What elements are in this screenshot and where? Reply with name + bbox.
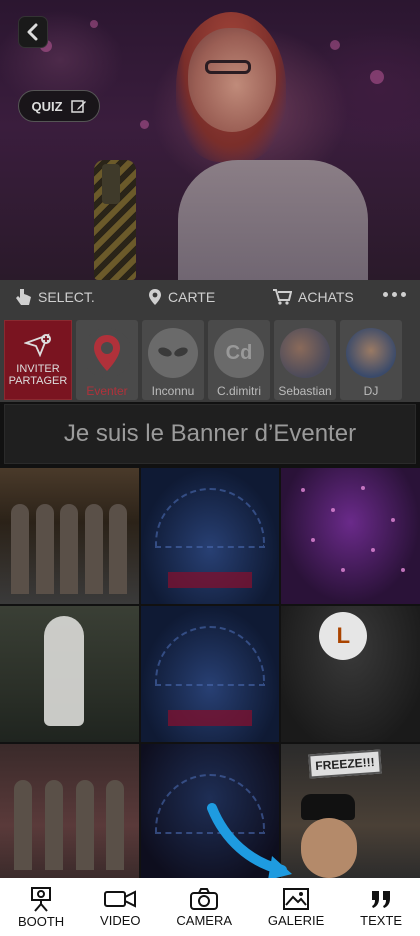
purchases-action[interactable]: ACHATS: [272, 288, 354, 306]
select-label: SELECT.: [38, 289, 95, 305]
banner-text: Je suis le Banner d’Eventer: [63, 420, 357, 447]
gallery-photo[interactable]: [140, 468, 280, 604]
gallery-photo[interactable]: [0, 744, 139, 880]
avatar: [82, 328, 132, 378]
gallery-photo[interactable]: L: [281, 606, 420, 742]
nav-booth[interactable]: BOOTH: [18, 886, 64, 929]
invite-label: INVITER: [16, 363, 60, 375]
avatar: [148, 328, 198, 378]
gallery-photo[interactable]: [0, 606, 139, 742]
user-label: Inconnu: [151, 384, 195, 398]
user-eventer[interactable]: Eventer: [76, 320, 138, 400]
balloon: L: [319, 612, 368, 660]
users-row: INVITER PARTAGER Eventer Inconnu Cd C.di…: [0, 316, 420, 402]
more-dots-icon[interactable]: [383, 292, 406, 297]
nav-label: GALERIE: [267, 912, 325, 928]
edit-icon: [70, 100, 86, 113]
avatar: [280, 328, 330, 378]
user-dj[interactable]: DJ: [340, 320, 402, 400]
chevron-left-icon: [27, 23, 38, 41]
map-pin-icon: [149, 289, 161, 305]
gallery-photo[interactable]: [0, 468, 139, 604]
nav-text[interactable]: TEXTE: [360, 887, 402, 928]
action-bar: SELECT. CARTE ACHATS: [0, 280, 420, 316]
nav-label: BOOTH: [17, 913, 65, 929]
nav-video[interactable]: VIDEO: [100, 887, 141, 928]
user-label: Sebastian: [278, 384, 332, 398]
avatar: Cd: [214, 328, 264, 378]
hand-pointer-icon: [16, 289, 31, 305]
nav-label: VIDEO: [100, 912, 141, 928]
freeze-sign: FREEZE!!!: [308, 749, 383, 779]
user-label: DJ: [363, 384, 379, 398]
nav-label: CAMERA: [176, 912, 233, 928]
share-label: PARTAGER: [8, 375, 68, 387]
video-camera-icon: [104, 889, 137, 908]
gallery-photo[interactable]: [140, 744, 280, 880]
nav-camera[interactable]: CAMERA: [176, 887, 232, 928]
hero-photo: QUIZ: [0, 0, 420, 280]
nav-gallery[interactable]: GALERIE: [268, 887, 324, 928]
purchases-label: ACHATS: [298, 289, 354, 305]
user-sebastian[interactable]: Sebastian: [274, 320, 336, 400]
user-label: C.dimitri: [217, 384, 261, 398]
photo-booth-icon: [31, 886, 52, 912]
quiz-button[interactable]: QUIZ: [18, 90, 100, 122]
nav-label: TEXTE: [360, 912, 403, 928]
map-action[interactable]: CARTE: [148, 288, 215, 306]
gallery-photo[interactable]: [140, 606, 280, 742]
quote-icon: [372, 890, 391, 908]
alien-icon: [158, 347, 188, 357]
gallery-photo[interactable]: [281, 468, 420, 604]
avatar: [346, 328, 396, 378]
select-action[interactable]: SELECT.: [14, 288, 95, 306]
bottom-nav: BOOTH VIDEO CAMERA GALERIE TEXTE: [0, 878, 420, 936]
invite-share-button[interactable]: INVITER PARTAGER: [4, 320, 72, 400]
user-cdimitri[interactable]: Cd C.dimitri: [208, 320, 270, 400]
gallery-photo[interactable]: FREEZE!!!: [281, 744, 420, 880]
user-label: Eventer: [86, 384, 128, 398]
camera-icon: [190, 887, 219, 910]
map-label: CARTE: [168, 289, 216, 305]
photo-gallery: L FREEZE!!!: [0, 468, 420, 880]
cart-icon: [273, 289, 292, 305]
back-button[interactable]: [18, 16, 48, 48]
gallery-icon: [283, 887, 310, 910]
quiz-label: QUIZ: [31, 98, 63, 114]
map-pin-icon: [94, 335, 120, 371]
user-inconnu[interactable]: Inconnu: [142, 320, 204, 400]
eventer-banner[interactable]: Je suis le Banner d’Eventer: [4, 404, 416, 464]
paper-plane-add-icon: [24, 333, 51, 357]
